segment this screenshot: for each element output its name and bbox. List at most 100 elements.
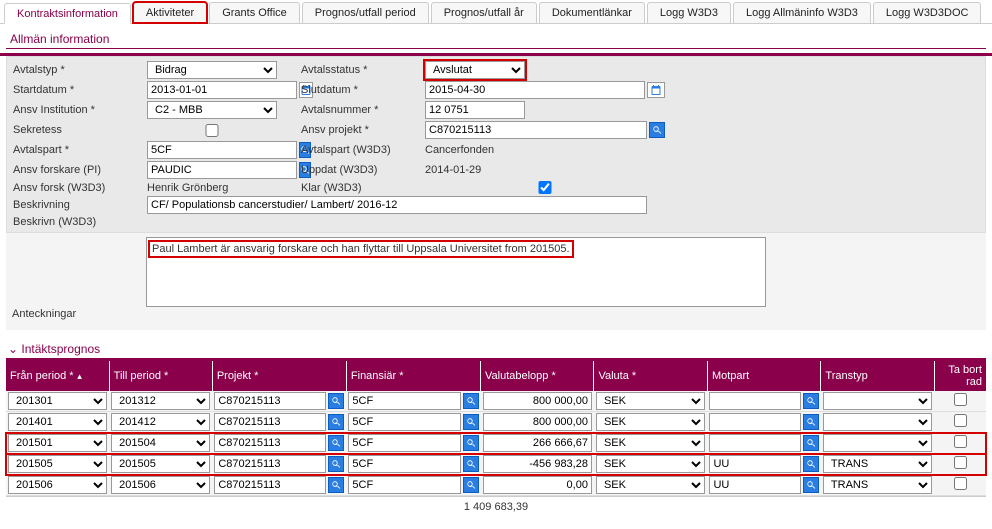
input-avtalsnummer[interactable] (425, 101, 525, 119)
select-fran-period[interactable]: 201301 (8, 392, 107, 410)
col-tabort[interactable]: Ta bort rad (934, 361, 986, 391)
col-valutabelopp[interactable]: Valutabelopp * (481, 361, 594, 391)
collapse-icon[interactable]: ⌄ (8, 342, 18, 356)
tab-grants-office[interactable]: Grants Office (209, 2, 300, 23)
search-icon[interactable] (328, 435, 344, 451)
search-icon[interactable] (328, 393, 344, 409)
search-icon[interactable] (328, 414, 344, 430)
input-projekt[interactable] (214, 413, 326, 431)
select-valuta[interactable]: SEK (596, 413, 705, 431)
label-avtalspart: Avtalspart * (13, 144, 143, 156)
section-title-general: Allmän information (6, 24, 986, 49)
search-icon[interactable] (803, 393, 819, 409)
select-valuta[interactable]: SEK (596, 392, 705, 410)
input-finansiar[interactable] (348, 434, 460, 452)
search-icon[interactable] (803, 435, 819, 451)
search-icon[interactable] (803, 456, 819, 472)
input-ansv-forskare[interactable] (147, 161, 297, 179)
select-till-period[interactable]: 201505 (111, 455, 210, 473)
tab-kontraktsinformation[interactable]: Kontraktsinformation (4, 3, 131, 24)
label-ansv-inst: Ansv Institution * (13, 104, 143, 116)
input-valutabelopp[interactable] (483, 434, 592, 452)
input-motpart[interactable] (709, 434, 800, 452)
search-icon[interactable] (463, 477, 479, 493)
input-projekt[interactable] (214, 476, 326, 494)
input-finansiar[interactable] (348, 455, 460, 473)
tab-logg-w3d3[interactable]: Logg W3D3 (647, 2, 731, 23)
select-avtalsstatus[interactable]: Avslutat (425, 61, 525, 79)
search-icon[interactable] (803, 414, 819, 430)
tab-aktiviteter[interactable]: Aktiviteter (133, 2, 207, 23)
input-motpart[interactable] (709, 392, 800, 410)
select-transtyp[interactable]: TRANS (823, 455, 932, 473)
search-icon[interactable] (328, 456, 344, 472)
checkbox-delete-row[interactable] (954, 456, 967, 469)
input-projekt[interactable] (214, 434, 326, 452)
select-avtalstyp[interactable]: Bidrag (147, 61, 277, 79)
select-ansv-inst[interactable]: C2 - MBB (147, 101, 277, 119)
select-valuta[interactable]: SEK (596, 434, 705, 452)
table-row: 201505201505 SEK TRANS (6, 454, 986, 475)
search-icon[interactable] (649, 122, 665, 138)
search-icon[interactable] (463, 435, 479, 451)
input-valutabelopp[interactable] (483, 392, 592, 410)
input-motpart[interactable] (709, 476, 800, 494)
calendar-icon[interactable] (647, 82, 665, 98)
select-till-period[interactable]: 201504 (111, 434, 210, 452)
input-finansiar[interactable] (348, 392, 460, 410)
select-valuta[interactable]: SEK (596, 455, 705, 473)
select-fran-period[interactable]: 201506 (8, 476, 107, 494)
search-icon[interactable] (328, 477, 344, 493)
select-transtyp[interactable] (823, 392, 932, 410)
col-fran[interactable]: Från period *▲ (6, 361, 109, 391)
select-fran-period[interactable]: 201505 (8, 455, 107, 473)
checkbox-delete-row[interactable] (954, 477, 967, 490)
search-icon[interactable] (463, 414, 479, 430)
input-projekt[interactable] (214, 392, 326, 410)
select-transtyp[interactable]: TRANS (823, 476, 932, 494)
search-icon[interactable] (803, 477, 819, 493)
input-motpart[interactable] (709, 455, 800, 473)
input-beskrivning[interactable] (147, 196, 647, 214)
input-motpart[interactable] (709, 413, 800, 431)
checkbox-sekretess[interactable] (147, 124, 277, 137)
col-finansiar[interactable]: Finansiär * (346, 361, 480, 391)
select-fran-period[interactable]: 201401 (8, 413, 107, 431)
col-motpart[interactable]: Motpart (707, 361, 820, 391)
col-projekt[interactable]: Projekt * (212, 361, 346, 391)
col-transtyp[interactable]: Transtyp (821, 361, 934, 391)
input-slutdatum[interactable] (425, 81, 645, 99)
select-till-period[interactable]: 201506 (111, 476, 210, 494)
select-till-period[interactable]: 201312 (111, 392, 210, 410)
input-valutabelopp[interactable] (483, 413, 592, 431)
tab-prognos-utfall-r[interactable]: Prognos/utfall år (431, 2, 537, 23)
col-till[interactable]: Till period * (109, 361, 212, 391)
select-transtyp[interactable] (823, 434, 932, 452)
select-transtyp[interactable] (823, 413, 932, 431)
col-valuta[interactable]: Valuta * (594, 361, 707, 391)
tab-dokumentl-nkar[interactable]: Dokumentlänkar (539, 2, 645, 23)
forecast-table: Från period *▲ Till period * Projekt * F… (6, 361, 986, 496)
select-fran-period[interactable]: 201501 (8, 434, 107, 452)
input-finansiar[interactable] (348, 413, 460, 431)
select-till-period[interactable]: 201412 (111, 413, 210, 431)
checkbox-delete-row[interactable] (954, 393, 967, 406)
input-projekt[interactable] (214, 455, 326, 473)
checkbox-klar[interactable] (425, 181, 665, 194)
input-avtalspart[interactable] (147, 141, 297, 159)
search-icon[interactable] (463, 456, 479, 472)
section-forecast-label: Intäktsprognos (21, 342, 100, 356)
notes-highlight-text: Paul Lambert är ansvarig forskare och ha… (150, 242, 572, 256)
tab-prognos-utfall-period[interactable]: Prognos/utfall period (302, 2, 429, 23)
input-valutabelopp[interactable] (483, 455, 592, 473)
tab-logg-allm-ninfo-w3d3[interactable]: Logg Allmäninfo W3D3 (733, 2, 871, 23)
checkbox-delete-row[interactable] (954, 435, 967, 448)
tab-logg-w3d3doc[interactable]: Logg W3D3DOC (873, 2, 982, 23)
search-icon[interactable] (463, 393, 479, 409)
input-finansiar[interactable] (348, 476, 460, 494)
input-valutabelopp[interactable] (483, 476, 592, 494)
checkbox-delete-row[interactable] (954, 414, 967, 427)
input-startdatum[interactable] (147, 81, 297, 99)
select-valuta[interactable]: SEK (596, 476, 705, 494)
input-ansv-projekt[interactable] (425, 121, 647, 139)
